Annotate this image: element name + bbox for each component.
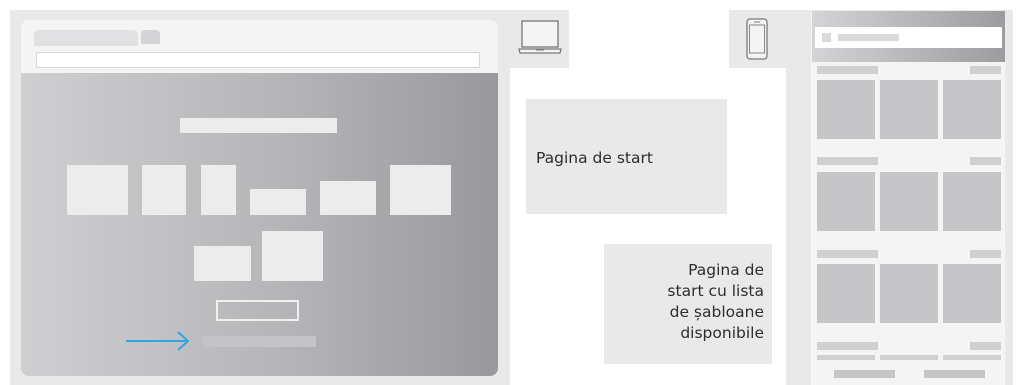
mobile-search-text-placeholder [838,34,899,41]
callout-templates-line-3: de șabloane [669,303,764,321]
template-row-strip [943,355,1001,360]
address-bar [36,52,480,68]
template-thumbnail [880,172,938,231]
highlighted-link-placeholder [203,336,316,347]
template-section-link [970,342,1001,350]
template-thumbnail [817,80,875,139]
template-section-title [817,250,878,258]
mobile-search-icon-placeholder [822,33,831,42]
template-row-strip [817,355,875,360]
page-title-placeholder [180,118,337,133]
callout-start-page-text: Pagina de start [536,149,653,167]
content-block-8 [262,231,323,281]
laptop-icon [518,20,562,54]
template-section-link [970,157,1001,165]
content-block-1 [67,165,128,215]
callout-templates-line-4: disponibile [680,324,764,342]
template-row-strip [880,355,938,360]
browser-tab-new [141,30,160,44]
template-thumbnail [943,264,1001,323]
browser-tab-active [34,30,138,46]
template-section-title [817,66,878,74]
template-section-link [970,250,1001,258]
callout-templates-page: Pagina de start cu lista de șabloane dis… [604,244,772,364]
outlined-button-placeholder [216,300,299,321]
template-section-title [817,342,878,350]
smartphone-icon [746,18,768,60]
template-section-link [970,66,1001,74]
mobile-bottom-button [924,370,985,378]
content-block-6 [390,165,451,215]
template-thumbnail [817,172,875,231]
pointer-arrow-icon [126,331,190,351]
template-thumbnail [943,172,1001,231]
callout-templates-text: Pagina de start cu lista de șabloane dis… [667,260,764,344]
callout-templates-line-2: start cu lista [667,282,764,300]
content-block-7 [194,246,251,281]
template-thumbnail [880,264,938,323]
mobile-bottom-button [834,370,895,378]
content-block-2 [142,165,186,215]
template-thumbnail [943,80,1001,139]
content-block-4 [250,189,306,215]
content-block-3 [201,165,236,215]
template-thumbnail [880,80,938,139]
template-thumbnail [817,264,875,323]
callout-start-page: Pagina de start [526,99,727,214]
template-section-title [817,157,878,165]
callout-templates-line-1: Pagina de [688,261,764,279]
content-block-5 [320,181,376,215]
